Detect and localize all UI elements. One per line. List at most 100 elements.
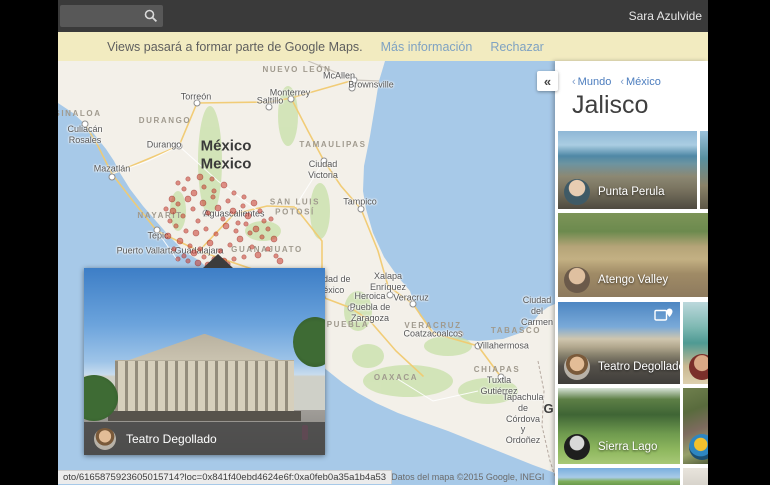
search-box[interactable] (60, 5, 163, 27)
photo-location-dot[interactable] (182, 254, 186, 258)
photo-location-dot[interactable] (191, 207, 195, 211)
photo-location-dot[interactable] (230, 208, 236, 214)
photo-location-dot[interactable] (260, 235, 264, 239)
photo-location-dot[interactable] (258, 209, 262, 213)
photo-location-dot[interactable] (207, 240, 213, 246)
search-icon[interactable] (143, 8, 159, 24)
photo-location-dot[interactable] (244, 222, 248, 226)
photo-location-dot[interactable] (271, 236, 277, 242)
avatar[interactable] (689, 354, 708, 380)
photo-location-dot[interactable] (262, 219, 266, 223)
photo-location-dot[interactable] (277, 258, 283, 264)
photo-location-dot[interactable] (241, 204, 245, 208)
photo-location-dot[interactable] (198, 247, 202, 251)
more-info-link[interactable]: Más información (381, 40, 473, 54)
photo-caption-bar: Teatro Degollado (84, 422, 325, 455)
photo-tile[interactable] (683, 468, 708, 485)
photo-location-dot[interactable] (172, 247, 176, 251)
photo-location-dot[interactable] (193, 230, 199, 236)
photo-location-dot[interactable] (164, 207, 168, 211)
photo-location-dot[interactable] (245, 213, 251, 219)
photo-location-dot[interactable] (176, 181, 180, 185)
photo-location-dot[interactable] (195, 260, 201, 266)
photo-location-dot[interactable] (200, 200, 206, 206)
photo-preview-card[interactable]: Teatro Degollado (84, 268, 325, 455)
photo-location-dot[interactable] (232, 191, 236, 195)
photo-location-dot[interactable] (248, 231, 252, 235)
photo-tile-atengo-valley[interactable]: Atengo Valley (558, 213, 708, 297)
tile-title: Punta Perula (598, 186, 665, 198)
photo-location-dot[interactable] (185, 196, 191, 202)
photo-location-dot[interactable] (236, 221, 240, 225)
photo-location-dot[interactable] (250, 245, 254, 249)
avatar[interactable] (689, 434, 708, 460)
breadcrumb-item-méxico[interactable]: ‹México (620, 76, 661, 88)
user-account-name[interactable]: Sara Azulvide (629, 9, 702, 23)
photo-location-dot[interactable] (255, 252, 261, 258)
letterbox-left (0, 0, 58, 485)
photo-location-dot[interactable] (186, 177, 190, 181)
photo-tile[interactable] (700, 131, 708, 209)
photo-location-dot[interactable] (226, 199, 230, 203)
photo-tile[interactable] (558, 468, 680, 485)
photo-location-dot[interactable] (174, 224, 178, 228)
photo-location-dot[interactable] (191, 190, 197, 196)
photo-location-dot[interactable] (228, 243, 232, 247)
tile-title: Atengo Valley (598, 274, 668, 286)
photo-location-dot[interactable] (168, 219, 172, 223)
photo-location-dot[interactable] (181, 214, 185, 218)
search-input[interactable] (60, 10, 143, 22)
photo-location-dot[interactable] (176, 202, 180, 206)
photo-location-dot[interactable] (202, 185, 206, 189)
photo-tile[interactable] (683, 302, 708, 384)
photo-location-dot[interactable] (206, 211, 210, 215)
photo-location-dot[interactable] (165, 233, 171, 239)
photo-tile-teatro-degollado[interactable]: Teatro Degollado (558, 302, 680, 384)
photo-location-dot[interactable] (186, 259, 190, 263)
photo-location-dot[interactable] (182, 187, 186, 191)
avatar[interactable] (564, 179, 590, 205)
photo-location-dot[interactable] (177, 238, 183, 244)
photo-location-dot[interactable] (191, 250, 197, 256)
photo-location-dot[interactable] (237, 236, 243, 242)
photo-location-dot[interactable] (210, 177, 214, 181)
callout-pointer (203, 254, 233, 268)
photo-location-dot[interactable] (197, 174, 203, 180)
photo-tile-sierra-lago[interactable]: Sierra Lago (558, 388, 680, 464)
photo-location-dot[interactable] (184, 229, 188, 233)
dismiss-link[interactable]: Rechazar (490, 40, 544, 54)
tile-caption (683, 434, 708, 464)
photo-location-dot[interactable] (204, 227, 208, 231)
photo-location-dot[interactable] (223, 223, 229, 229)
photo-location-dot[interactable] (170, 208, 176, 214)
photo-location-dot[interactable] (253, 226, 259, 232)
photo-location-dot[interactable] (274, 254, 278, 258)
photo-location-dot[interactable] (212, 189, 216, 193)
tile-caption: Punta Perula (558, 179, 697, 209)
photo-location-dot[interactable] (169, 196, 175, 202)
sidebar-collapse-button[interactable]: « (537, 71, 558, 91)
photo-location-dot[interactable] (221, 182, 227, 188)
photo-location-dot[interactable] (215, 205, 221, 211)
photo-location-dot[interactable] (214, 232, 218, 236)
photo-location-dot[interactable] (242, 195, 246, 199)
avatar[interactable] (564, 267, 590, 293)
avatar[interactable] (564, 354, 590, 380)
photo-location-dot[interactable] (211, 195, 215, 199)
photo-location-dot[interactable] (176, 257, 180, 261)
photo-location-dot[interactable] (251, 200, 257, 206)
photo-location-dot[interactable] (234, 229, 238, 233)
photo-location-dot[interactable] (221, 217, 225, 221)
photo-location-dot[interactable] (269, 217, 273, 221)
photo-location-dot[interactable] (266, 227, 270, 231)
photo-location-dot[interactable] (196, 219, 200, 223)
photo-location-dot[interactable] (266, 247, 270, 251)
photo-location-dot[interactable] (188, 244, 192, 248)
photo-location-dot[interactable] (218, 249, 222, 253)
photo-location-dot[interactable] (242, 255, 246, 259)
avatar[interactable] (94, 428, 116, 450)
photo-tile-punta-perula[interactable]: Punta Perula (558, 131, 697, 209)
breadcrumb-item-mundo[interactable]: ‹Mundo (572, 76, 611, 88)
photo-tile[interactable] (683, 388, 708, 464)
avatar[interactable] (564, 434, 590, 460)
